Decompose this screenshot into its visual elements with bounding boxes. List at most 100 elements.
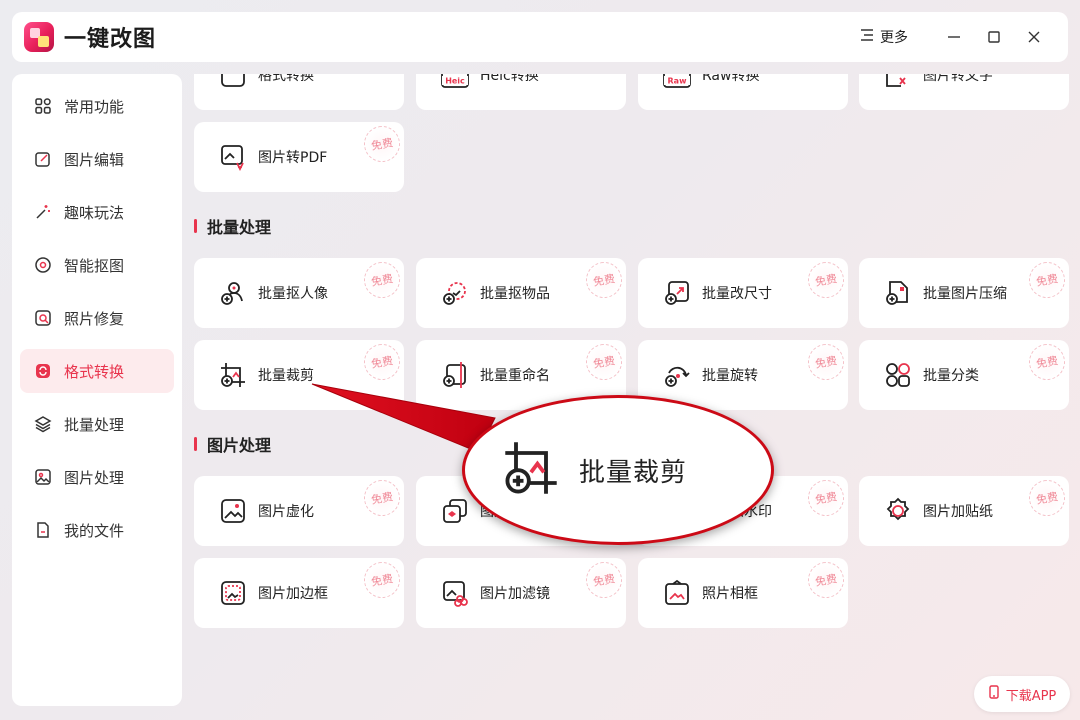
card-raw-convert[interactable]: Raw Raw转换 (638, 74, 848, 110)
free-badge: 免费 (805, 477, 847, 519)
card-label: 批量重命名 (480, 368, 550, 384)
layers-icon (34, 415, 52, 433)
card-format-convert[interactable]: 格式转换 (194, 74, 404, 110)
app-logo (24, 22, 54, 52)
sidebar-item-label: 批量处理 (64, 415, 125, 434)
sidebar-item-edit[interactable]: 图片编辑 (20, 137, 174, 181)
card-batch-portrait-cutout[interactable]: 批量抠人像 免费 (194, 258, 404, 328)
card-image-sticker[interactable]: 图片加贴纸 免费 (859, 476, 1069, 546)
maximize-icon (988, 31, 1000, 43)
card-batch-classify[interactable]: 批量分类 免费 (859, 340, 1069, 410)
overlay-icon (440, 496, 470, 526)
batch-compress-icon (883, 278, 913, 308)
card-batch-resize[interactable]: 批量改尺寸 免费 (638, 258, 848, 328)
sidebar-item-repair[interactable]: 照片修复 (20, 296, 174, 340)
batch-portrait-cutout-icon (218, 278, 248, 308)
sidebar: 常用功能 图片编辑 趣味玩法 智能抠图 照片修复 格式转换 批量处理 图片处理 … (12, 74, 182, 706)
minimize-icon (948, 36, 960, 38)
batch-rotate-icon (662, 360, 692, 390)
sidebar-item-cutout[interactable]: 智能抠图 (20, 243, 174, 287)
download-app-label: 下载APP (1005, 688, 1057, 704)
sidebar-item-label: 常用功能 (64, 97, 125, 116)
card-label: 图片转文字 (923, 74, 993, 84)
card-batch-object-cutout[interactable]: 批量抠物品 免费 (416, 258, 626, 328)
free-badge: 免费 (1026, 477, 1068, 519)
free-badge: 免费 (583, 341, 625, 383)
card-label: Heic转换 (480, 74, 539, 84)
sidebar-item-label: 智能抠图 (64, 256, 125, 275)
sidebar-item-batch[interactable]: 批量处理 (20, 402, 174, 446)
sidebar-item-image[interactable]: 图片处理 (20, 455, 174, 499)
minimize-button[interactable] (934, 22, 974, 52)
card-label: 照片相框 (702, 586, 758, 602)
free-badge: 免费 (583, 559, 625, 601)
card-photo-frame[interactable]: 照片相框 免费 (638, 558, 848, 628)
edit-icon (34, 150, 52, 168)
card-label: 批量旋转 (702, 368, 758, 384)
card-label: 批量改尺寸 (702, 286, 772, 302)
sticker-icon (883, 496, 913, 526)
card-batch-crop[interactable]: 批量裁剪 免费 (194, 340, 404, 410)
sidebar-item-fun[interactable]: 趣味玩法 (20, 190, 174, 234)
card-image-blur[interactable]: 图片虚化 免费 (194, 476, 404, 546)
raw-tag: Raw (668, 77, 688, 86)
free-badge: 免费 (361, 259, 403, 301)
free-badge: 免费 (361, 123, 403, 165)
heic-tag: Heic (445, 77, 465, 86)
maximize-button[interactable] (974, 22, 1014, 52)
grid-icon (34, 97, 52, 115)
card-label: 格式转换 (258, 74, 314, 84)
sidebar-item-common[interactable]: 常用功能 (20, 84, 174, 128)
convert-icon (34, 362, 52, 380)
card-label: 批量裁剪 (258, 368, 314, 384)
photo-frame-icon (662, 578, 692, 608)
card-label: 图片加边框 (258, 586, 328, 602)
batch-crop-icon (501, 438, 561, 502)
format-convert-icon (218, 74, 248, 90)
sidebar-item-label: 图片处理 (64, 468, 125, 487)
card-image-to-text[interactable]: 图片转文字 (859, 74, 1069, 110)
card-label: Raw转换 (702, 74, 760, 84)
more-button[interactable]: 更多 (860, 27, 908, 47)
card-label: 批量抠物品 (480, 286, 550, 302)
section-title-batch: 批量处理 (194, 214, 271, 238)
title-bar: 一键改图 更多 (12, 12, 1068, 62)
sidebar-item-label: 我的文件 (64, 521, 125, 540)
close-button[interactable] (1014, 22, 1054, 52)
image-icon (34, 468, 52, 486)
magic-wand-icon (34, 203, 52, 221)
filter-icon (440, 578, 470, 608)
card-image-border[interactable]: 图片加边框 免费 (194, 558, 404, 628)
sidebar-item-label: 格式转换 (64, 362, 125, 381)
download-app-button[interactable]: 下载APP (974, 676, 1070, 712)
batch-object-cutout-icon (440, 278, 470, 308)
card-image-to-pdf[interactable]: 图片转PDF 免费 (194, 122, 404, 192)
more-label: 更多 (880, 30, 908, 46)
card-heic-convert[interactable]: Heic Heic转换 (416, 74, 626, 110)
card-label: 图片虚化 (258, 504, 314, 520)
card-image-filter[interactable]: 图片加滤镜 免费 (416, 558, 626, 628)
sidebar-item-label: 趣味玩法 (64, 203, 125, 222)
cutout-icon (34, 256, 52, 274)
sidebar-item-files[interactable]: 我的文件 (20, 508, 174, 552)
sidebar-item-label: 图片编辑 (64, 150, 125, 169)
free-badge: 免费 (805, 341, 847, 383)
repair-icon (34, 309, 52, 327)
free-badge: 免费 (361, 559, 403, 601)
raw-icon: Raw (662, 74, 692, 90)
callout-zoom-bubble: 批量裁剪 (462, 395, 774, 545)
free-badge: 免费 (805, 559, 847, 601)
blur-icon (218, 496, 248, 526)
border-icon (218, 578, 248, 608)
sidebar-item-format[interactable]: 格式转换 (20, 349, 174, 393)
close-icon (1028, 31, 1040, 43)
card-label: 图片加贴纸 (923, 504, 993, 520)
free-badge: 免费 (583, 259, 625, 301)
card-batch-compress[interactable]: 批量图片压缩 免费 (859, 258, 1069, 328)
batch-classify-icon (883, 360, 913, 390)
card-label: 图片加滤镜 (480, 586, 550, 602)
free-badge: 免费 (361, 341, 403, 383)
card-label: 批量抠人像 (258, 286, 328, 302)
menu-icon (860, 28, 874, 46)
card-label: 批量分类 (923, 368, 979, 384)
